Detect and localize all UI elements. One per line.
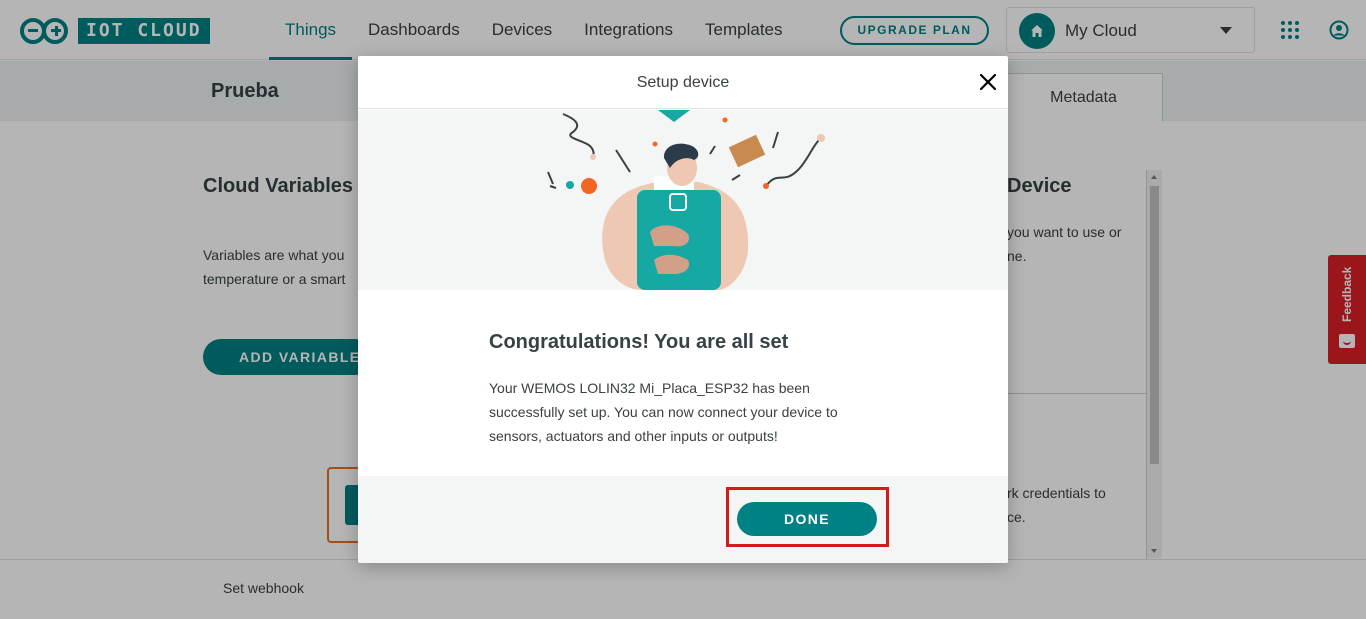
person-holding-board-illustration xyxy=(547,113,825,290)
modal-heading: Congratulations! You are all set xyxy=(489,331,789,353)
close-icon[interactable] xyxy=(979,73,997,91)
modal-message-line2: successfully set up. You can now connect… xyxy=(489,404,838,420)
modal-message-line3: sensors, actuators and other inputs or o… xyxy=(489,428,778,444)
setup-device-modal: Setup device Congratulations! You are al… xyxy=(358,56,1008,563)
modal-message: Your WEMOS LOLIN32 Mi_Placa_ESP32 has be… xyxy=(489,376,889,448)
modal-message-line1: Your WEMOS LOLIN32 Mi_Placa_ESP32 has be… xyxy=(489,380,810,396)
modal-title: Setup device xyxy=(358,56,1008,109)
success-illustration xyxy=(358,110,1008,290)
done-button-highlight xyxy=(726,487,889,547)
modal-footer xyxy=(358,476,1008,563)
illustration-pointer xyxy=(658,110,690,122)
